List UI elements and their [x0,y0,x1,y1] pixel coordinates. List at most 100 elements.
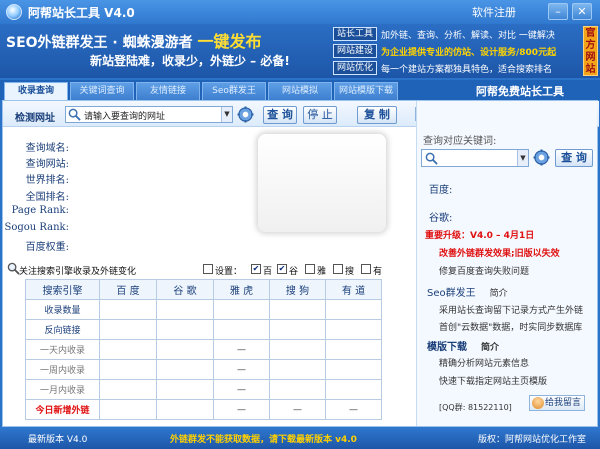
table-cell [325,379,382,400]
site-thumbnail [258,134,386,232]
software-register-link[interactable]: 软件注册 [472,4,516,20]
tab-seo-publisher[interactable]: Seo群发王 [202,82,266,100]
table-cell: — [213,379,270,400]
table-cell [269,299,326,320]
keyword-input[interactable]: ▼ [421,149,529,167]
table-cell [213,319,270,340]
table-cell: — [325,399,382,420]
banner-row-build[interactable]: 网站建设 为企业提供专业的仿站、设计服务/800元起 [333,43,583,59]
banner-tag[interactable]: 网站建设 [333,44,377,58]
seo-publisher-title[interactable]: Seo群发王 [427,288,476,299]
leave-message-button[interactable]: 给我留言 [529,395,585,411]
banner-tag[interactable]: 站长工具 [333,27,377,41]
banner-headline-highlight: 一键发布 [197,32,262,51]
baidu-result-label: 百度: [429,185,453,196]
table-row: 反向链接 [25,319,382,340]
table-header: 谷 歌 [156,279,214,300]
table-cell [99,339,157,360]
ad-banner: SEO外链群发王 · 蜘蛛漫游者 一键发布 新站登陆难，收录少，外链少 – 必备… [0,24,600,78]
banner-row-optimize[interactable]: 网站优化 每一个建站方案都独具特色，适合搜索排名 [333,60,583,76]
table-row: 一月内收录 — [25,379,382,400]
table-cell [156,379,214,400]
checkbox-yahoo[interactable] [305,264,315,274]
row-label: 一天内收录 [25,339,100,360]
template-feature-item: 快速下载指定网站主页模版 [439,377,548,387]
tab-site-simulate[interactable]: 网站模拟 [268,82,332,100]
table-cell [325,359,382,380]
template-download-intro-link[interactable]: 简介 [481,343,499,353]
info-label-sogou-rank: Sogou Rank: [4,222,69,233]
table-cell: — [213,359,270,380]
checkbox-yahoo-label: 雅 [317,267,327,277]
google-result-label: 谷歌: [429,213,453,224]
gear-icon[interactable] [533,149,550,166]
main-panel: 检测网址 请输入要查询的网址 ▼ 查 询 停 止 复 制 0% 查询域名: 查询… [2,100,599,427]
table-header: 雅 虎 [213,279,270,300]
table-cell [99,319,157,340]
checkbox-baidu[interactable]: ✔ [251,264,261,274]
banner-headline-text: SEO外链群发王 · 蜘蛛漫游者 [6,35,193,51]
table-cell [325,299,382,320]
info-label-site: 查询网站: [25,159,69,170]
upgrade-item: 修复百度查询失败问题 [439,267,530,277]
tab-index-query[interactable]: 收录查询 [4,82,68,100]
banner-tag[interactable]: 网站优化 [333,61,377,75]
banner-row-text: 每一个建站方案都独具特色，适合搜索排名 [381,64,553,75]
official-site-button[interactable]: 官方网站 [583,26,598,76]
close-button[interactable]: ✕ [572,3,592,20]
table-row: 一天内收录 — [25,339,382,360]
keyword-query-button[interactable]: 查 询 [555,149,593,167]
update-notice-link[interactable]: 外链群发不能获取数据，请下载最新版本 v4.0 [170,432,357,445]
window-title: 阿帮站长工具 V4.0 [28,6,135,20]
checkbox-youdao-label: 有 [373,267,383,277]
table-cell: — [269,399,326,420]
user-avatar-icon [532,397,544,409]
row-label: 收录数量 [25,299,100,320]
table-cell [269,359,326,380]
seo-feature-item: 首创"云数据"数据，时实同步数据库 [439,323,583,333]
tab-bar: 收录查询 关键词查询 友情链接 Seo群发王 网站模拟 网站模版下载 阿帮免费站… [0,80,600,100]
keyword-query-label: 查询对应关键词: [423,136,497,147]
table-cell [156,359,214,380]
table-row: 收录数量 [25,299,382,320]
table-cell [99,359,157,380]
table-cell [156,339,214,360]
table-header: 搜索引擎 [25,279,100,300]
minimize-button[interactable]: – [548,3,568,20]
table-cell [325,319,382,340]
chevron-down-icon[interactable]: ▼ [517,150,528,166]
info-label-national-rank: 全国排名: [25,192,69,203]
checkbox-baidu-label: 百 [263,267,273,277]
tab-keyword-query[interactable]: 关键词查询 [70,82,134,100]
table-header: 有 道 [325,279,382,300]
row-label: 今日新增外链 [25,399,100,420]
table-header: 搜 狗 [269,279,326,300]
table-row: 一周内收录 — [25,359,382,380]
tab-friend-links[interactable]: 友情链接 [136,82,200,100]
table-cell: — [213,339,270,360]
table-cell [269,339,326,360]
checkbox-sogou[interactable] [333,264,343,274]
index-stats-table: 搜索引擎 百 度 谷 歌 雅 虎 搜 狗 有 道 收录数量 反向链接 一天内收录 — 一… [25,279,382,420]
table-cell [156,319,214,340]
info-label-domain: 查询域名: [25,143,69,154]
template-download-title[interactable]: 模版下载 [427,342,467,353]
seo-publisher-intro-link[interactable]: 简介 [490,289,508,299]
upgrade-note: 改善外链群发效果;旧版以失效 [439,249,560,259]
checkbox-youdao[interactable] [361,264,371,274]
table-cell [99,299,157,320]
checkbox-google[interactable]: ✔ [277,264,287,274]
row-label: 反向链接 [25,319,100,340]
seo-publisher-heading[interactable]: Seo群发王 简介 [427,284,508,299]
copyright-text: 版权：阿帮网站优化工作室 [478,435,587,445]
banner-row-tools[interactable]: 站长工具 加外链、查询、分析、解读、对比 一键解决 [333,26,583,42]
table-cell [269,379,326,400]
banner-row-text: 为企业提供专业的仿站、设计服务/800元起 [381,47,557,58]
template-download-heading[interactable]: 模版下载 简介 [427,338,499,353]
tab-template-download[interactable]: 网站模版下载 [334,82,398,100]
banner-headline: SEO外链群发王 · 蜘蛛漫游者 一键发布 [6,28,262,52]
brand-label: 阿帮免费站长工具 [476,85,564,98]
banner-service-list: 站长工具 加外链、查询、分析、解读、对比 一键解决 网站建设 为企业提供专业的仿… [333,26,583,77]
settings-checkbox[interactable] [203,264,213,274]
table-cell [99,399,157,420]
